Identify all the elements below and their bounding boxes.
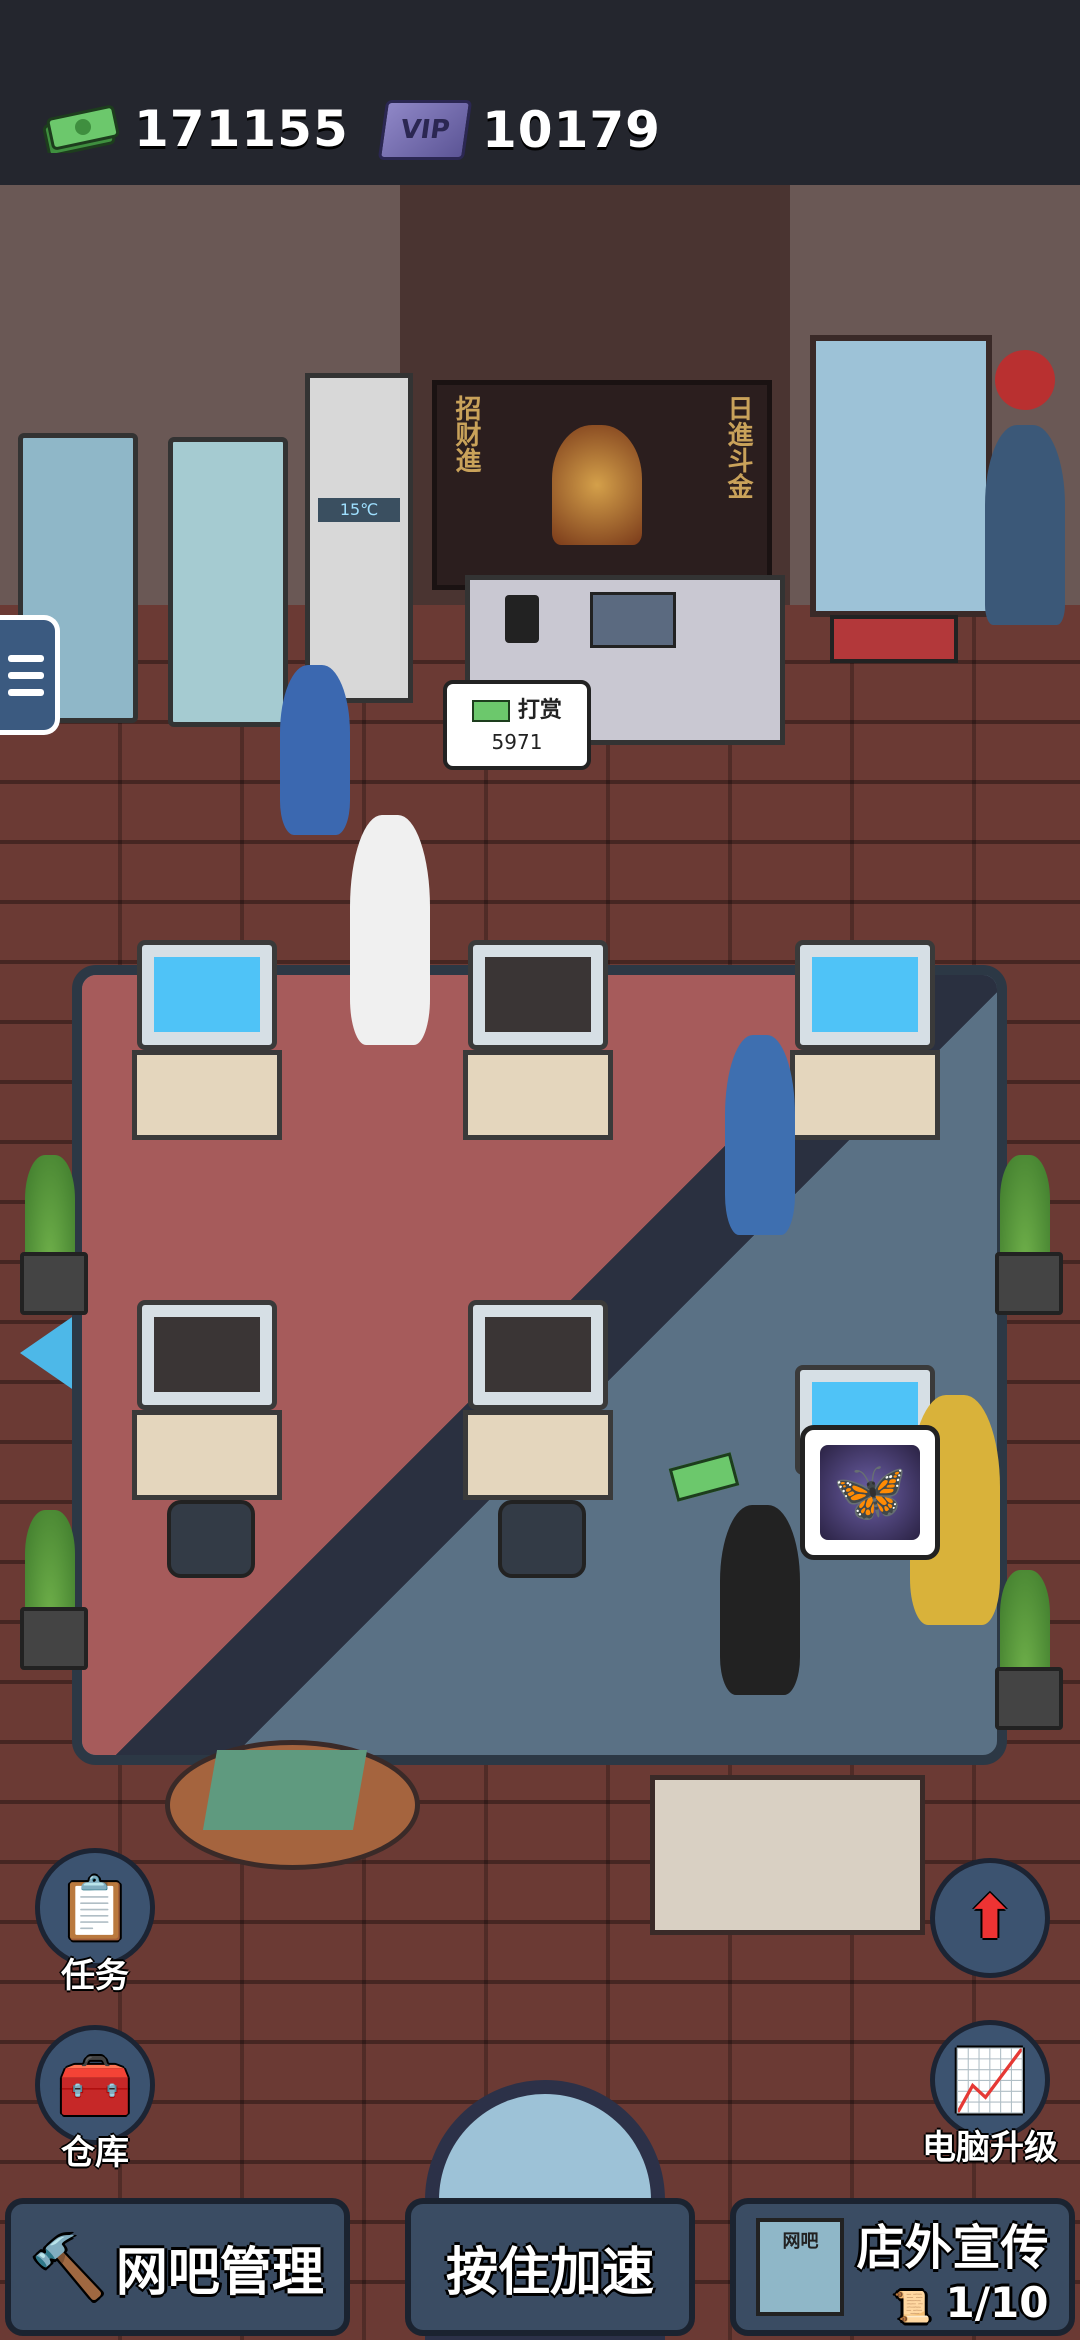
tip-label: 打赏	[517, 698, 562, 723]
outdoor-promo-button[interactable]: 网吧 店外宣传 📜 1/10	[730, 2198, 1075, 2336]
screen-off	[485, 957, 591, 1032]
pot	[995, 1667, 1063, 1730]
leaf	[25, 1155, 75, 1265]
customer-request-bubble[interactable]: 🦋	[800, 1425, 940, 1560]
tasks-button[interactable]: 📋 任务	[30, 1848, 160, 1997]
chair	[167, 1500, 255, 1578]
potted-plant	[15, 1500, 88, 1670]
storefront-icon: 网吧	[756, 2218, 845, 2316]
income-boost-button[interactable]: ⬆	[925, 1858, 1055, 1978]
security-guard[interactable]	[985, 425, 1065, 625]
menu-button[interactable]	[0, 615, 60, 735]
menu-icon-line	[8, 688, 44, 696]
promo-label: 店外宣传	[856, 2219, 1049, 2276]
pc-station-3[interactable]	[790, 940, 940, 1170]
potted-plant	[990, 1560, 1063, 1730]
cash-icon	[472, 700, 511, 722]
entrance-door	[810, 335, 992, 617]
promo-text: 店外宣传 📜 1/10	[856, 2208, 1048, 2327]
god-of-wealth-statue	[552, 425, 642, 545]
promo-progress: 📜 1/10	[894, 2278, 1049, 2327]
customer-character[interactable]	[725, 1035, 795, 1235]
cash-up-arrow-icon: ⬆	[930, 1858, 1050, 1978]
tip-amount: 5971	[491, 730, 543, 754]
monitor	[468, 940, 608, 1050]
cash-counter: 171155	[42, 100, 349, 158]
hammer-icon: 🔨	[31, 2232, 106, 2303]
tip-bubble[interactable]: 打赏 5971	[443, 680, 591, 770]
shrine-right-couplet: 日進斗金	[723, 395, 753, 499]
dining-table	[650, 1775, 925, 1935]
pc-station-4[interactable]	[132, 1300, 282, 1578]
screen-on	[812, 957, 918, 1032]
tasks-label: 任务	[61, 1956, 129, 1996]
promo-progress-value: 1/10	[945, 2277, 1049, 2327]
cash-stack-icon	[42, 105, 120, 157]
monitor	[137, 940, 277, 1050]
maid-staff-character[interactable]	[280, 665, 350, 835]
pc-station-1[interactable]	[132, 940, 282, 1170]
screen-off	[485, 1317, 591, 1392]
vip-card-icon: VIP	[377, 100, 473, 160]
vip-counter: VIP 10179	[377, 100, 661, 160]
desk	[132, 1410, 282, 1500]
monitor	[468, 1300, 608, 1410]
shrine-left-couplet: 招财進	[451, 395, 481, 473]
fortune-shrine: 招财進 日進斗金	[432, 380, 772, 590]
potted-plant	[990, 1145, 1063, 1315]
cafe-management-button[interactable]: 🔨 网吧管理	[5, 2198, 350, 2336]
laptop-icon	[590, 592, 676, 648]
tea-table	[165, 1740, 420, 1870]
internet-cafe-scene[interactable]: 15℃ 招财進 日進斗金 打赏 5971 🦋	[0, 185, 1080, 2340]
pc-station-2[interactable]	[463, 940, 613, 1170]
tip-label-row: 打赏	[447, 692, 587, 724]
vending-machine-snacks[interactable]	[168, 437, 288, 727]
speed-up-label: 按住加速	[445, 2242, 654, 2303]
tablecloth	[202, 1750, 368, 1830]
leaf	[1000, 1155, 1050, 1265]
pc-upgrade-label: 电脑升级	[922, 2128, 1058, 2168]
red-lantern-icon	[995, 350, 1055, 410]
potted-plant	[15, 1145, 88, 1315]
leaf	[1000, 1570, 1050, 1680]
vip-value: 10179	[482, 101, 661, 159]
warehouse-label: 仓库	[61, 2133, 129, 2173]
screen-on	[154, 957, 260, 1032]
pc-station-5[interactable]	[463, 1300, 613, 1578]
pot	[995, 1252, 1063, 1315]
air-conditioner[interactable]: 15℃	[305, 373, 413, 703]
customer-character[interactable]	[350, 815, 430, 1045]
cash-value: 171155	[134, 100, 349, 158]
menu-icon-line	[8, 671, 44, 679]
door-mat	[830, 615, 958, 663]
maid-staff-character[interactable]	[720, 1505, 800, 1695]
desk	[463, 1410, 613, 1500]
scroll-left-arrow-icon[interactable]	[20, 1315, 75, 1391]
desk	[132, 1050, 282, 1140]
leaf	[25, 1510, 75, 1620]
butterfly-icon: 🦋	[820, 1445, 920, 1540]
menu-icon	[8, 654, 44, 662]
cafe-management-label: 网吧管理	[115, 2242, 324, 2303]
monitor	[795, 940, 935, 1050]
pot	[20, 1252, 88, 1315]
card-reader-icon	[505, 595, 539, 643]
monitor	[137, 1300, 277, 1410]
scroll-icon: 📜	[893, 2289, 931, 2325]
thermostat-display: 15℃	[318, 498, 400, 522]
warehouse-button[interactable]: 🧰 仓库	[30, 2025, 160, 2174]
screen-off	[154, 1317, 260, 1392]
speed-up-button[interactable]: 按住加速	[405, 2198, 695, 2336]
top-bar: 171155 VIP 10179	[0, 0, 1080, 185]
pc-upgrade-button[interactable]: 📈 电脑升级	[900, 2020, 1080, 2169]
chair	[498, 1500, 586, 1578]
desk	[790, 1050, 940, 1140]
pot	[20, 1607, 88, 1670]
desk	[463, 1050, 613, 1140]
